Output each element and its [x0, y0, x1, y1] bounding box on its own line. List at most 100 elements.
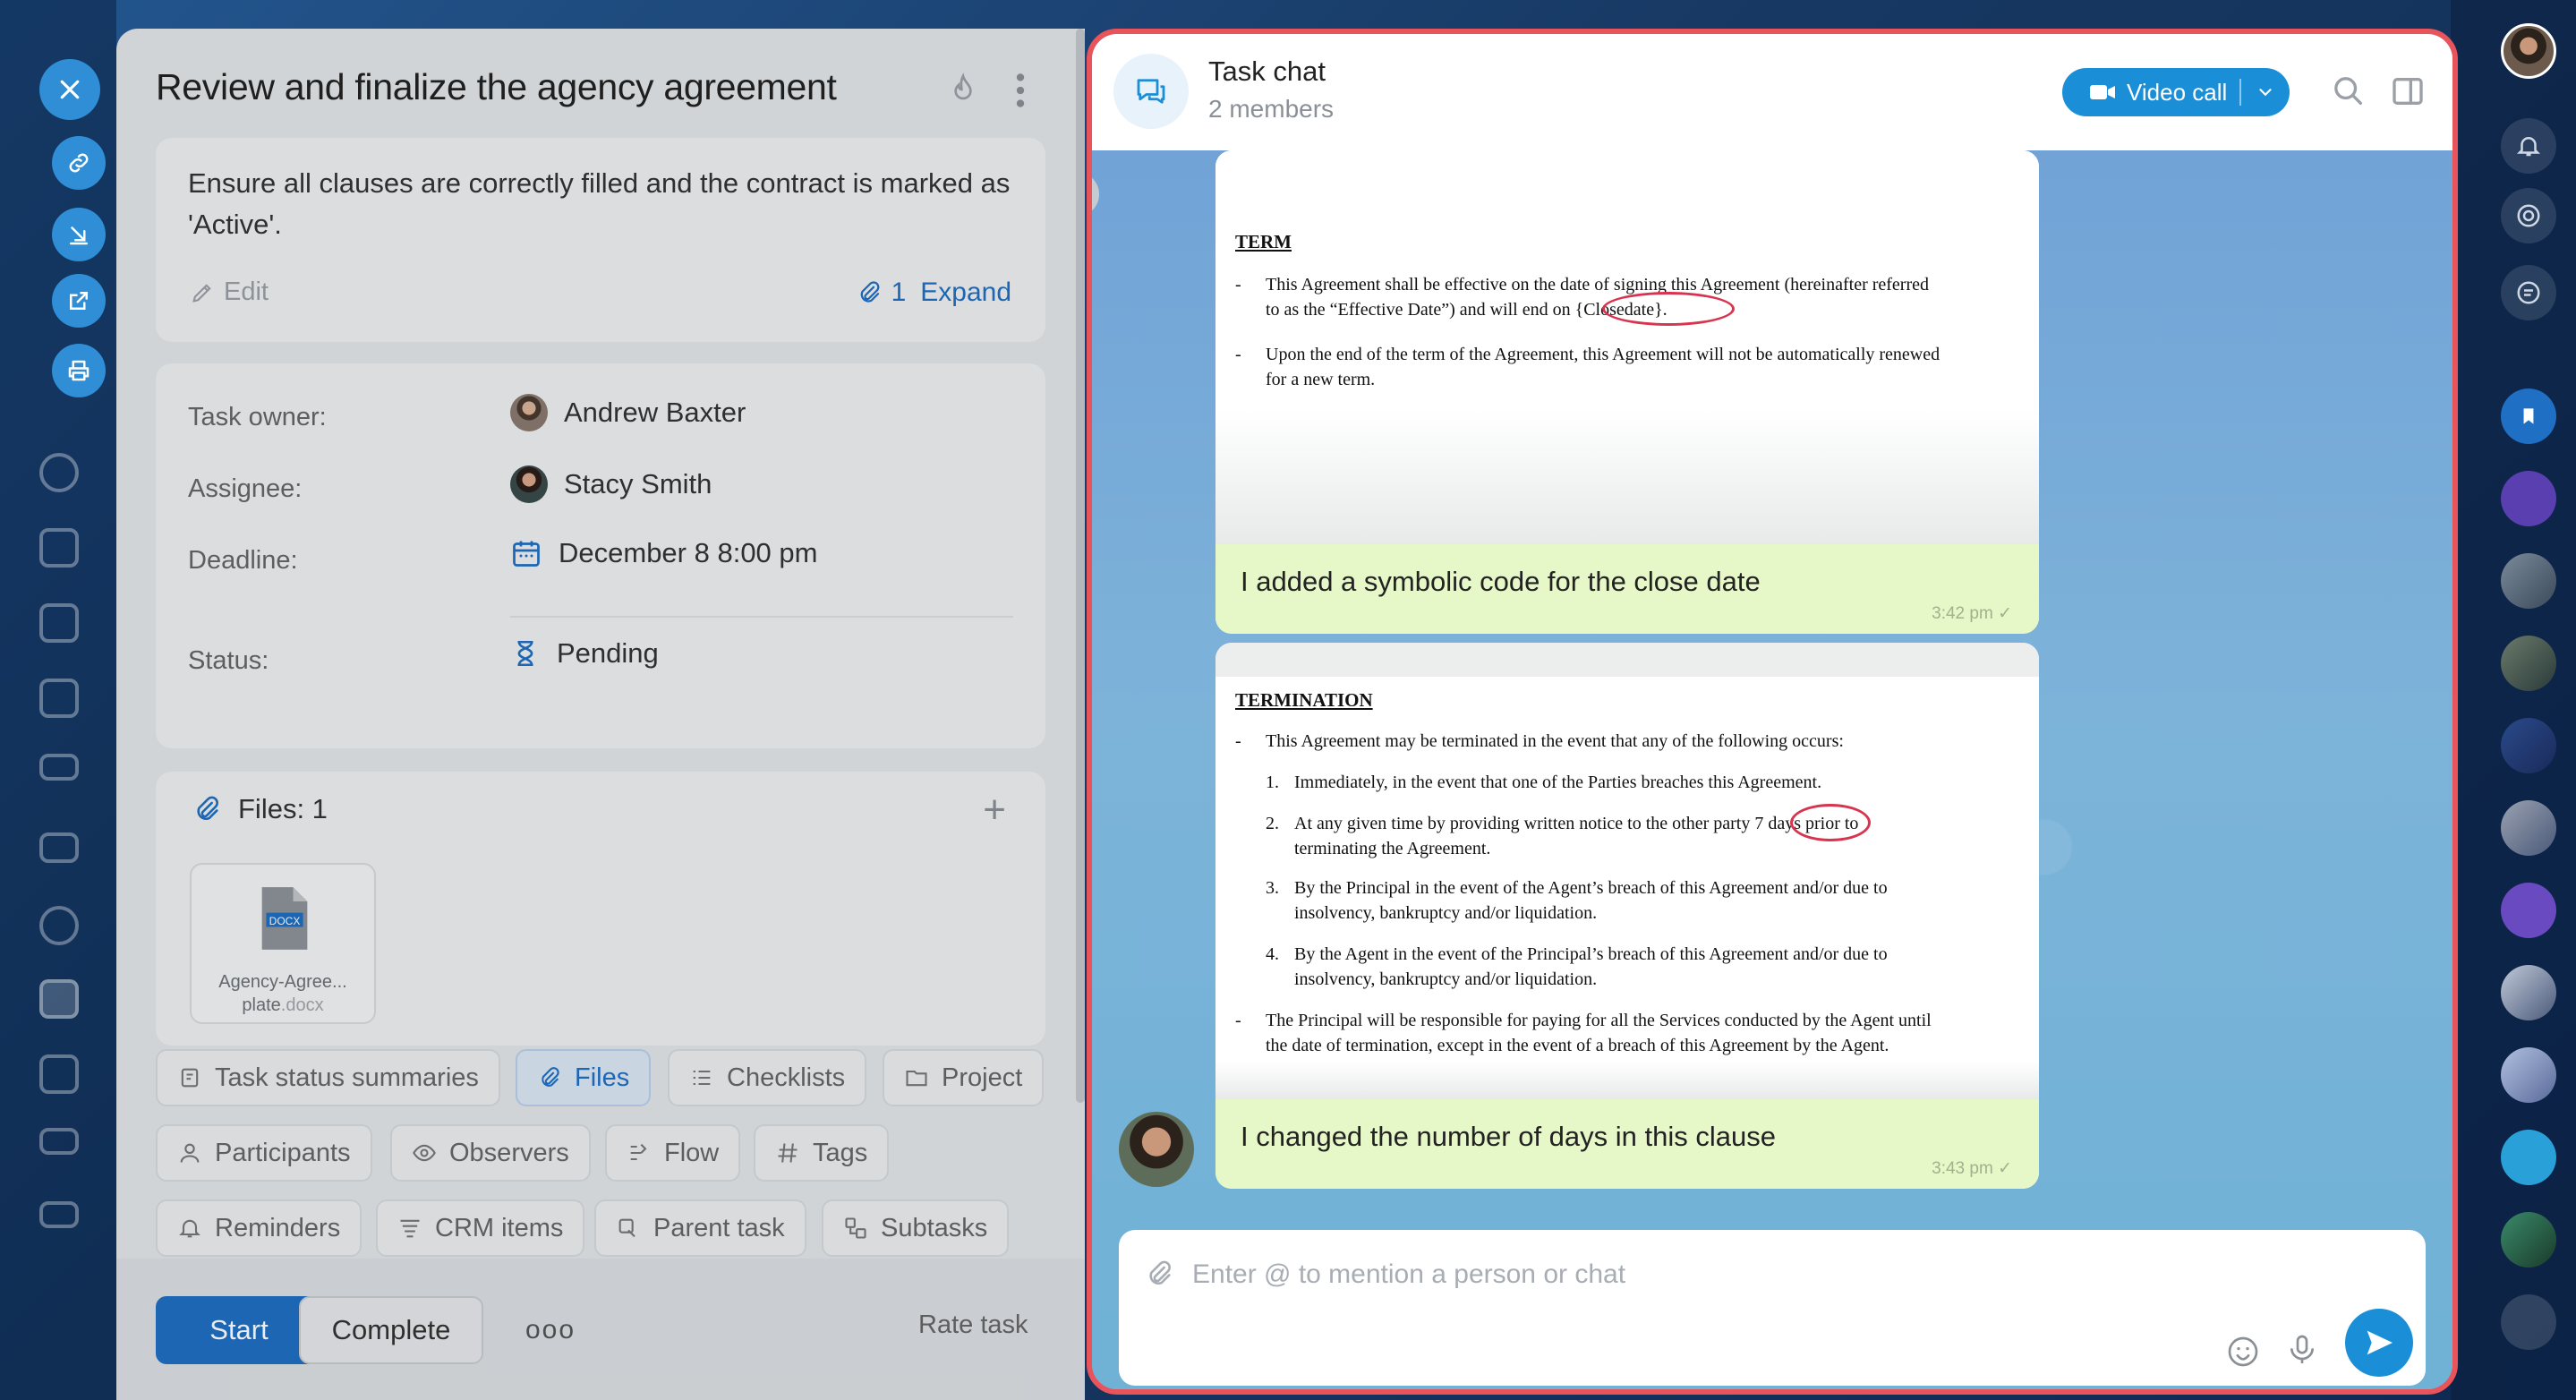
message-2-time: 3:43 pm ✓	[1932, 1159, 2012, 1178]
user-avatar[interactable]	[2501, 23, 2556, 79]
message-input[interactable]	[1192, 1255, 2266, 1294]
complete-button[interactable]: Complete	[299, 1296, 483, 1364]
download-button[interactable]	[52, 208, 106, 261]
deadline-value[interactable]: December 8 8:00 pm	[510, 537, 817, 569]
document-top-strip	[1215, 643, 2039, 677]
chip-label: Flow	[664, 1138, 720, 1167]
close-slider-button[interactable]	[39, 59, 100, 120]
microphone-icon[interactable]	[2284, 1330, 2320, 1370]
attach-paperclip-icon[interactable]	[1144, 1259, 1174, 1289]
contact-avatar-4[interactable]	[2501, 718, 2556, 773]
file-tile[interactable]: DOCX Agency-Agree... plate.docx	[190, 863, 376, 1024]
contact-avatar-1[interactable]	[2501, 471, 2556, 526]
document-fade	[1215, 410, 2039, 544]
chat-group-icon[interactable]	[2501, 1130, 2556, 1185]
chip-files[interactable]: Files	[516, 1049, 652, 1106]
chip-participants[interactable]: Participants	[156, 1124, 372, 1182]
chip-label: Checklists	[727, 1063, 846, 1092]
chip-project[interactable]: Project	[883, 1049, 1045, 1106]
video-call-button[interactable]: Video call	[2062, 68, 2290, 116]
left-nav	[0, 0, 116, 1400]
doc-line: insolvency, bankruptcy and/or liquidatio…	[1294, 969, 1598, 989]
nav-mail-icon[interactable]	[39, 832, 79, 863]
chat-members[interactable]: 2 members	[1208, 95, 1334, 124]
send-arrow-icon	[2367, 1330, 2393, 1355]
sender-avatar[interactable]	[1119, 1112, 1194, 1187]
message-1[interactable]: TERM - This Agreement shall be effective…	[1215, 150, 2039, 634]
doc-line: At any given time by providing written n…	[1294, 814, 1859, 833]
message-1-bubble: I added a symbolic code for the close da…	[1215, 544, 2039, 634]
owner-avatar	[510, 394, 548, 431]
message-2[interactable]: TERMINATION - This Agreement may be term…	[1215, 643, 2039, 1189]
more-actions-button[interactable]: ooo	[519, 1307, 582, 1353]
doc-line: The Principal will be responsible for pa…	[1266, 1011, 1932, 1030]
video-call-separator	[2239, 79, 2241, 106]
chip-subtasks[interactable]: Subtasks	[822, 1199, 1010, 1257]
assignee-value[interactable]: Stacy Smith	[510, 465, 712, 503]
contact-avatar-2[interactable]	[2501, 553, 2556, 609]
sidebar-toggle-icon[interactable]	[2390, 73, 2426, 109]
contact-avatar-3[interactable]	[2501, 636, 2556, 691]
print-button[interactable]	[52, 344, 106, 397]
search-chats-icon[interactable]	[2501, 265, 2556, 320]
nav-settings-icon[interactable]	[39, 453, 79, 492]
contact-avatar-6[interactable]	[2501, 883, 2556, 938]
hash-icon	[778, 1143, 798, 1163]
expand-label[interactable]: Expand	[920, 277, 1011, 308]
contact-avatar-7[interactable]	[2501, 965, 2556, 1020]
more-vertical-icon[interactable]	[1011, 68, 1029, 113]
chip-observers[interactable]: Observers	[390, 1124, 591, 1182]
doc-bullet: -	[1235, 731, 1241, 751]
description-card: Ensure all clauses are correctly filled …	[156, 138, 1045, 342]
task-scrollbar[interactable]	[1076, 29, 1085, 1103]
chip-reminders[interactable]: Reminders	[156, 1199, 363, 1257]
nav-documents-icon[interactable]	[39, 603, 79, 643]
doc-line: the date of termination, except in the e…	[1266, 1036, 1889, 1055]
nav-drive-icon[interactable]	[39, 754, 79, 781]
status-value: Pending	[510, 637, 659, 670]
contact-avatar-5[interactable]	[2501, 800, 2556, 856]
chip-label: CRM items	[435, 1213, 564, 1242]
nav-robot-icon[interactable]	[39, 1054, 79, 1094]
chip-crm-items[interactable]: CRM items	[376, 1199, 585, 1257]
chip-task-status-summaries[interactable]: Task status summaries	[156, 1049, 500, 1106]
chevron-down-icon[interactable]	[2256, 81, 2275, 104]
notifications-bell-icon[interactable]	[2501, 118, 2556, 174]
chip-parent-task[interactable]: Parent task	[594, 1199, 806, 1257]
video-call-label: Video call	[2127, 78, 2228, 106]
contact-avatar-8[interactable]	[2501, 1047, 2556, 1103]
target-icon[interactable]	[2501, 188, 2556, 243]
add-file-button[interactable]: +	[983, 788, 1006, 832]
message-2-document-image: TERMINATION - This Agreement may be term…	[1215, 677, 2039, 1062]
task-check-icon[interactable]	[2501, 1294, 2556, 1350]
attachments-expand[interactable]: 1 Expand	[856, 277, 1011, 308]
edit-button[interactable]: Edit	[190, 277, 269, 307]
nav-store-icon[interactable]	[39, 1201, 79, 1228]
task-title: Review and finalize the agency agreement	[156, 66, 837, 107]
chip-tags[interactable]: Tags	[754, 1124, 890, 1182]
search-icon[interactable]	[2331, 73, 2367, 109]
owner-value[interactable]: Andrew Baxter	[510, 394, 746, 431]
start-button[interactable]: Start	[156, 1296, 322, 1364]
nav-board-icon[interactable]	[39, 679, 79, 718]
deadline-text: December 8 8:00 pm	[559, 537, 818, 568]
owner-name: Andrew Baxter	[564, 397, 746, 428]
rate-task-link[interactable]: Rate task	[918, 1310, 1028, 1340]
send-button[interactable]	[2345, 1309, 2413, 1377]
flame-icon[interactable]	[945, 70, 981, 109]
chip-label: Parent task	[653, 1213, 785, 1242]
chip-checklists[interactable]: Checklists	[668, 1049, 867, 1106]
contact-avatar-9[interactable]	[2501, 1212, 2556, 1268]
nav-tasks-icon[interactable]	[39, 979, 79, 1019]
nav-contacts-icon[interactable]	[39, 906, 79, 945]
nav-calendar-icon[interactable]	[39, 528, 79, 568]
message-1-text: I added a symbolic code for the close da…	[1241, 566, 1761, 597]
emoji-icon[interactable]	[2225, 1334, 2261, 1370]
print-icon	[68, 360, 90, 381]
nav-crm-icon[interactable]	[39, 1128, 79, 1155]
open-new-window-button[interactable]	[52, 274, 106, 328]
bookmark-icon[interactable]	[2501, 388, 2556, 444]
copy-link-button[interactable]	[52, 136, 106, 190]
chip-flow[interactable]: Flow	[605, 1124, 741, 1182]
chip-label: Observers	[449, 1138, 569, 1167]
